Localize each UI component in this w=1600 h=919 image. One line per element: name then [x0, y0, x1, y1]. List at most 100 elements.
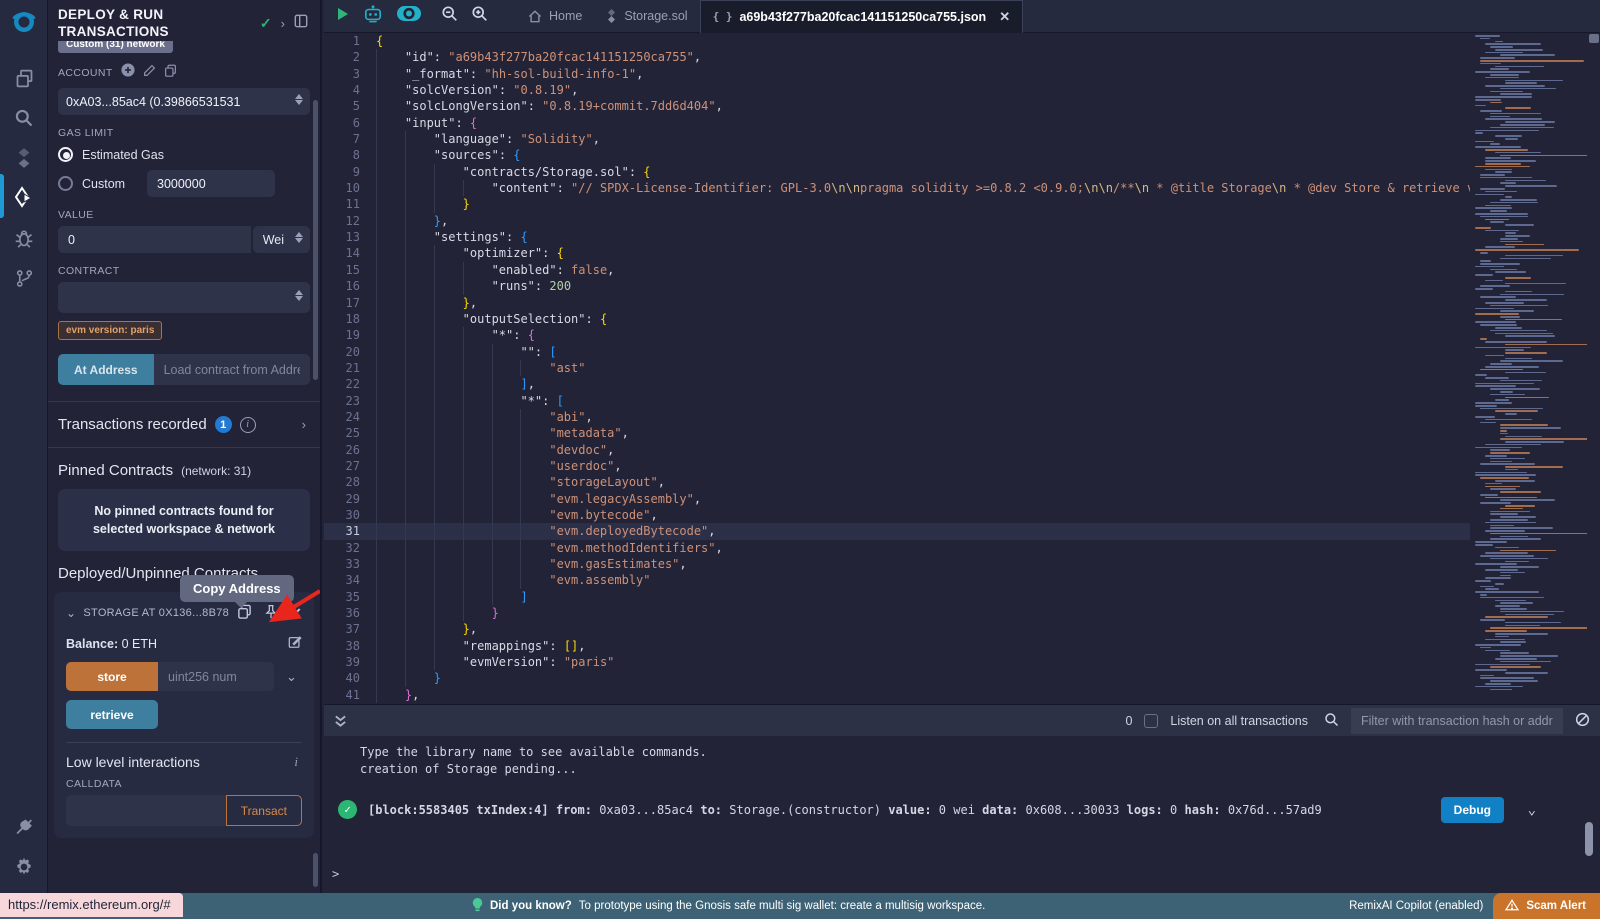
- code-line-37[interactable]: 37},: [324, 621, 1470, 637]
- code-line-8[interactable]: 8"sources": {: [324, 147, 1470, 163]
- transaction-log-row[interactable]: ✓ [block:5583405 txIndex:4] from: 0xa03.…: [324, 800, 1600, 819]
- estimated-gas-radio[interactable]: [58, 147, 73, 162]
- code-line-24[interactable]: 24"abi",: [324, 409, 1470, 425]
- expand-tx-chevron-icon[interactable]: ⌄: [1528, 802, 1536, 818]
- store-button[interactable]: store: [66, 662, 158, 691]
- at-address-button[interactable]: At Address: [58, 354, 154, 385]
- file-explorer-icon[interactable]: [0, 58, 48, 98]
- retrieve-button[interactable]: retrieve: [66, 700, 158, 729]
- copy-account-icon[interactable]: [164, 64, 177, 82]
- add-account-icon[interactable]: [121, 63, 135, 82]
- code-line-35[interactable]: 35]: [324, 589, 1470, 605]
- settings-icon[interactable]: [0, 847, 48, 887]
- contract-stepper-icon[interactable]: [295, 290, 303, 301]
- code-line-1[interactable]: 1{: [324, 33, 1470, 49]
- listen-all-checkbox[interactable]: [1144, 714, 1158, 728]
- tab-home[interactable]: Home: [516, 0, 594, 33]
- collapse-terminal-icon[interactable]: [334, 714, 347, 728]
- code-line-33[interactable]: 33"evm.gasEstimates",: [324, 556, 1470, 572]
- zoom-in-icon[interactable]: [471, 5, 488, 27]
- code-line-13[interactable]: 13"settings": {: [324, 229, 1470, 245]
- calldata-input[interactable]: [66, 795, 226, 826]
- run-script-icon[interactable]: [336, 7, 350, 26]
- search-icon[interactable]: [0, 98, 48, 138]
- account-select[interactable]: 0xA03...85ac4 (0.39866531531: [58, 88, 310, 115]
- clear-console-icon[interactable]: [1575, 712, 1590, 730]
- deploy-run-icon[interactable]: [0, 178, 48, 218]
- close-tab-icon[interactable]: ✕: [999, 9, 1010, 25]
- code-line-23[interactable]: 23"*": [: [324, 393, 1470, 409]
- code-line-15[interactable]: 15"enabled": false,: [324, 262, 1470, 278]
- forward-chevron-icon[interactable]: ›: [281, 16, 285, 31]
- expand-chevron-icon[interactable]: ›: [302, 417, 306, 432]
- custom-gas-radio[interactable]: [58, 176, 73, 191]
- solidity-compiler-icon[interactable]: [0, 138, 48, 178]
- code-line-12[interactable]: 12},: [324, 213, 1470, 229]
- unit-stepper-icon[interactable]: [295, 232, 303, 243]
- code-line-30[interactable]: 30"evm.bytecode",: [324, 507, 1470, 523]
- code-line-39[interactable]: 39"evmVersion": "paris": [324, 654, 1470, 670]
- debugger-icon[interactable]: [0, 218, 48, 258]
- scam-alert-badge[interactable]: Scam Alert: [1493, 893, 1600, 919]
- code-line-3[interactable]: 3"_format": "hh-sol-build-info-1",: [324, 66, 1470, 82]
- zoom-out-icon[interactable]: [441, 5, 458, 27]
- code-line-41[interactable]: 41},: [324, 687, 1470, 703]
- info-icon[interactable]: i: [240, 417, 256, 433]
- panel-scrollbar-bottom[interactable]: [313, 853, 318, 887]
- code-line-31[interactable]: 31"evm.deployedBytecode",: [324, 523, 1470, 539]
- contract-select[interactable]: [58, 282, 310, 313]
- code-line-20[interactable]: 20"": [: [324, 344, 1470, 360]
- ai-assistant-icon[interactable]: [363, 5, 383, 28]
- collapse-chevron-icon[interactable]: ⌄: [66, 606, 76, 620]
- custom-gas-input[interactable]: [147, 170, 275, 197]
- code-line-21[interactable]: 21"ast": [324, 360, 1470, 376]
- tab-storage-sol[interactable]: Storage.sol: [594, 0, 699, 33]
- code-line-27[interactable]: 27"userdoc",: [324, 458, 1470, 474]
- filter-tx-input[interactable]: [1351, 708, 1563, 734]
- value-input[interactable]: [58, 226, 251, 253]
- code-line-38[interactable]: 38"remappings": [],: [324, 638, 1470, 654]
- code-line-7[interactable]: 7"language": "Solidity",: [324, 131, 1470, 147]
- code-line-6[interactable]: 6"input": {: [324, 115, 1470, 131]
- code-line-17[interactable]: 17},: [324, 295, 1470, 311]
- code-line-22[interactable]: 22],: [324, 376, 1470, 392]
- code-line-28[interactable]: 28"storageLayout",: [324, 474, 1470, 490]
- code-line-11[interactable]: 11}: [324, 196, 1470, 212]
- editor-scrollbar-thumb[interactable]: [1589, 34, 1599, 43]
- code-line-25[interactable]: 25"metadata",: [324, 425, 1470, 441]
- copilot-toggle-icon[interactable]: [396, 5, 422, 27]
- pin-panel-icon[interactable]: [294, 14, 308, 33]
- value-unit-select[interactable]: Wei: [253, 226, 310, 253]
- edit-account-icon[interactable]: [143, 64, 156, 82]
- code-line-36[interactable]: 36}: [324, 605, 1470, 621]
- minimap[interactable]: [1475, 33, 1587, 704]
- estimated-gas-option[interactable]: Estimated Gas: [58, 147, 310, 162]
- code-line-16[interactable]: 16"runs": 200: [324, 278, 1470, 294]
- code-line-5[interactable]: 5"solcLongVersion": "0.8.19+commit.7dd6d…: [324, 98, 1470, 114]
- expand-args-chevron-icon[interactable]: ⌄: [286, 669, 297, 685]
- code-line-29[interactable]: 29"evm.legacyAssembly",: [324, 491, 1470, 507]
- tab-build-info-json[interactable]: { } a69b43f277ba20fcac141151250ca755.jso…: [700, 0, 1024, 33]
- load-contract-input[interactable]: [154, 354, 310, 385]
- transact-button[interactable]: Transact: [226, 795, 302, 826]
- store-arg-input[interactable]: [158, 662, 274, 691]
- code-line-2[interactable]: 2"id": "a69b43f277ba20fcac141151250ca755…: [324, 49, 1470, 65]
- terminal-prompt[interactable]: >: [332, 867, 339, 881]
- code-line-14[interactable]: 14"optimizer": {: [324, 245, 1470, 261]
- code-line-40[interactable]: 40}: [324, 670, 1470, 686]
- code-line-9[interactable]: 9"contracts/Storage.sol": {: [324, 164, 1470, 180]
- git-icon[interactable]: [0, 258, 48, 298]
- debug-button[interactable]: Debug: [1441, 797, 1504, 823]
- code-line-19[interactable]: 19"*": {: [324, 327, 1470, 343]
- terminal[interactable]: Type the library name to see available c…: [324, 736, 1600, 893]
- code-line-26[interactable]: 26"devdoc",: [324, 442, 1470, 458]
- edit-balance-icon[interactable]: [288, 635, 302, 652]
- panel-scrollbar[interactable]: [313, 100, 318, 380]
- remove-instance-icon[interactable]: ✕: [290, 605, 302, 622]
- low-level-info-icon[interactable]: i: [294, 754, 298, 770]
- transactions-recorded-row[interactable]: Transactions recorded 1 i ›: [58, 402, 310, 447]
- plugin-manager-icon[interactable]: [0, 807, 48, 847]
- copilot-status[interactable]: RemixAI Copilot (enabled): [1349, 900, 1483, 912]
- account-stepper-icon[interactable]: [295, 94, 303, 105]
- code-line-34[interactable]: 34"evm.assembly": [324, 572, 1470, 588]
